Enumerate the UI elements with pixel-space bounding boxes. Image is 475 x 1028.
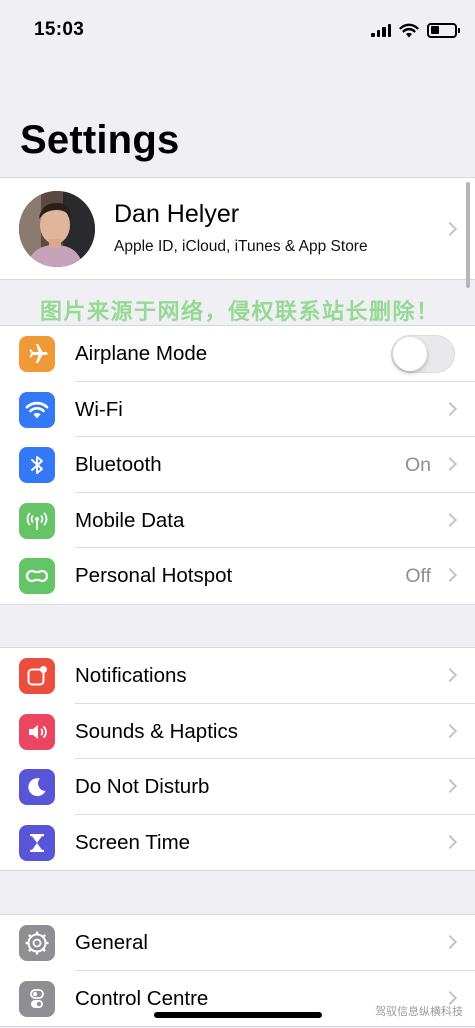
- status-icons: [371, 20, 460, 40]
- chevron-right-icon: [442, 457, 458, 472]
- row-label: Airplane Mode: [75, 342, 208, 365]
- chevron-right-icon: [442, 667, 458, 683]
- chevron-right-icon: [442, 568, 458, 583]
- profile-name: Dan Helyer: [114, 200, 240, 228]
- settings-row-personal-hotspot[interactable]: Personal Hotspot Off: [0, 548, 475, 604]
- moon-icon: [19, 769, 55, 806]
- chevron-right-icon: [442, 512, 458, 527]
- notifications-group: Notifications Sounds & Haptics Do Not Di…: [0, 647, 475, 872]
- settings-row-do-not-disturb[interactable]: Do Not Disturb: [0, 759, 475, 815]
- row-label: Wi-Fi: [75, 397, 123, 421]
- chevron-right-icon: [442, 834, 458, 849]
- settings-row-bluetooth[interactable]: Bluetooth On: [0, 437, 475, 493]
- chevron-right-icon: [442, 779, 458, 794]
- hourglass-icon: [19, 824, 55, 861]
- settings-row-wifi[interactable]: Wi-Fi: [0, 382, 475, 438]
- avatar: [19, 191, 95, 267]
- chevron-right-icon: [442, 934, 458, 950]
- watermark-text: 图片来源于网络，侵权联系站长删除！: [40, 299, 440, 324]
- notifications-icon: [19, 658, 55, 694]
- row-label: General: [75, 931, 148, 954]
- chevron-right-icon: [442, 221, 458, 237]
- toggles-icon: [19, 980, 55, 1017]
- settings-screen: 15:03 Settings Dan Helyer Apple ID, iClo…: [0, 0, 475, 1028]
- chevron-right-icon: [442, 401, 458, 416]
- antenna-icon: [19, 502, 55, 539]
- row-label: Do Not Disturb: [75, 775, 210, 799]
- gear-icon: [19, 925, 55, 961]
- credit-watermark: 驾驭信息纵横科技: [375, 1006, 463, 1018]
- battery-icon: [427, 22, 460, 38]
- settings-row-general[interactable]: General: [0, 915, 475, 971]
- row-value: Off: [405, 565, 431, 588]
- row-label: Personal Hotspot: [75, 564, 233, 588]
- row-label: Sounds & Haptics: [75, 719, 238, 743]
- speaker-icon: [19, 713, 55, 750]
- settings-row-mobile-data[interactable]: Mobile Data: [0, 493, 475, 549]
- airplane-mode-toggle[interactable]: [391, 335, 455, 373]
- connectivity-group: Airplane Mode Wi-Fi Bluetooth On Mobile …: [0, 325, 475, 605]
- airplane-icon: [19, 336, 55, 372]
- chain-link-icon: [19, 558, 55, 595]
- profile-subtitle: Apple ID, iCloud, iTunes & App Store: [114, 238, 368, 255]
- apple-id-profile-row[interactable]: Dan Helyer Apple ID, iCloud, iTunes & Ap…: [0, 177, 475, 280]
- wifi-icon: [399, 23, 419, 37]
- status-bar: 15:03: [0, 0, 475, 60]
- row-label: Mobile Data: [75, 508, 185, 532]
- scroll-indicator[interactable]: [466, 182, 470, 288]
- wifi-icon: [19, 391, 55, 428]
- status-time: 15:03: [34, 19, 85, 40]
- settings-row-notifications[interactable]: Notifications: [0, 648, 475, 704]
- row-label: Control Centre: [75, 986, 209, 1010]
- settings-row-screen-time[interactable]: Screen Time: [0, 815, 475, 871]
- home-indicator[interactable]: [154, 1012, 322, 1018]
- page-title: Settings: [20, 118, 180, 162]
- cellular-signal-icon: [371, 23, 391, 37]
- row-label: Notifications: [75, 664, 187, 687]
- row-label: Bluetooth: [75, 453, 162, 477]
- chevron-right-icon: [442, 723, 458, 738]
- settings-row-sounds-haptics[interactable]: Sounds & Haptics: [0, 704, 475, 760]
- settings-row-airplane-mode[interactable]: Airplane Mode: [0, 326, 475, 382]
- row-label: Screen Time: [75, 830, 191, 854]
- bluetooth-icon: [19, 447, 55, 484]
- row-value: On: [404, 454, 431, 477]
